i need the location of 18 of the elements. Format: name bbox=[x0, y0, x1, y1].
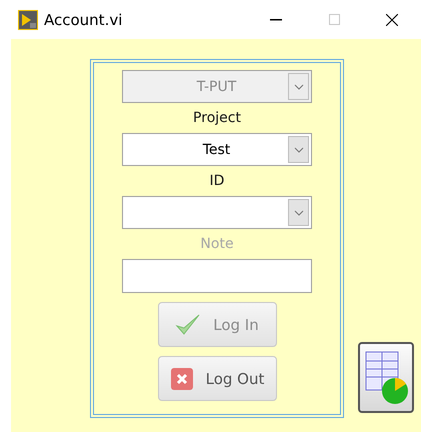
field-label: Project bbox=[193, 109, 241, 128]
dropdown[interactable] bbox=[122, 196, 312, 229]
table-chart-icon bbox=[363, 348, 409, 406]
chevron-down-icon bbox=[294, 146, 304, 152]
field-label: Note bbox=[200, 235, 234, 254]
chevron-down-icon bbox=[294, 210, 304, 216]
note-field[interactable] bbox=[122, 259, 312, 293]
login-button[interactable]: Log Out bbox=[158, 356, 276, 401]
app-icon bbox=[18, 10, 38, 30]
dropdown[interactable]: Test bbox=[122, 133, 312, 166]
close-icon bbox=[170, 366, 194, 390]
window-title: Account.vi bbox=[44, 10, 124, 28]
report-button[interactable] bbox=[358, 342, 414, 413]
minimize-icon[interactable] bbox=[270, 18, 282, 20]
check-icon bbox=[175, 312, 202, 336]
chevron-down-icon bbox=[294, 84, 304, 90]
close-icon[interactable] bbox=[386, 14, 398, 26]
field-label: ID bbox=[210, 172, 224, 191]
